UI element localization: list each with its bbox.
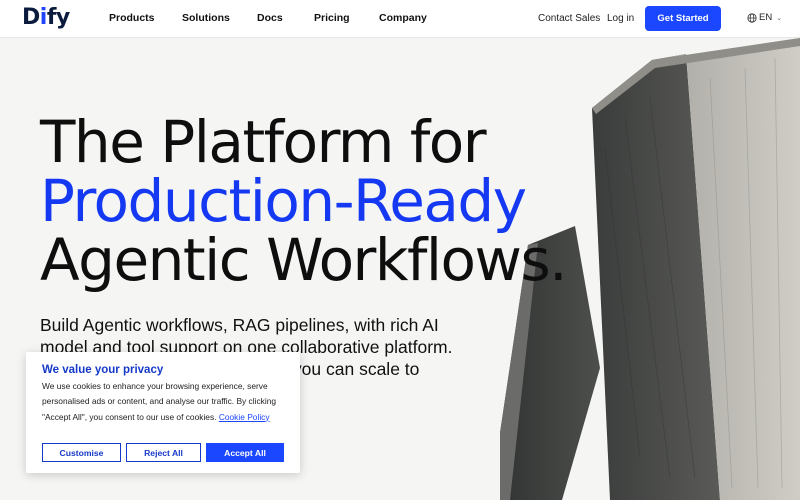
hero-heading: The Platform for Production-Ready Agenti… — [40, 108, 568, 294]
hero-heading-line-3: Agentic Workflows. — [40, 226, 568, 294]
logo-letter: D — [22, 5, 40, 30]
cookie-consent-banner: We value your privacy We use cookies to … — [26, 352, 300, 473]
chevron-down-icon: ⌄ — [776, 14, 783, 22]
nav-company[interactable]: Company — [379, 12, 427, 24]
nav-pricing[interactable]: Pricing — [314, 12, 350, 24]
cookie-policy-link[interactable]: Cookie Policy — [219, 412, 270, 422]
nav-products[interactable]: Products — [109, 12, 155, 24]
nav-docs[interactable]: Docs — [257, 12, 283, 24]
reject-all-button[interactable]: Reject All — [126, 443, 201, 462]
globe-icon — [747, 12, 757, 23]
customise-button[interactable]: Customise — [42, 443, 121, 462]
language-selector[interactable]: EN ⌄ — [747, 12, 782, 23]
accept-all-button[interactable]: Accept All — [206, 443, 284, 462]
login-link[interactable]: Log in — [607, 13, 634, 24]
cookie-title: We value your privacy — [42, 364, 164, 376]
logo-letters: fy — [46, 5, 70, 30]
nav-solutions[interactable]: Solutions — [182, 12, 230, 24]
top-navbar: Dify Products Solutions Docs Pricing Com… — [0, 0, 800, 38]
get-started-button[interactable]: Get Started — [645, 6, 721, 31]
logo-mark: i — [39, 5, 48, 30]
dify-logo[interactable]: Dify — [22, 5, 70, 30]
cookie-text: We use cookies to enhance your browsing … — [42, 379, 292, 425]
language-label: EN — [759, 12, 773, 23]
contact-sales-link[interactable]: Contact Sales — [538, 13, 600, 24]
hero-heading-line-2: Production-Ready — [40, 167, 527, 235]
hero-heading-line-1: The Platform for — [40, 108, 487, 176]
